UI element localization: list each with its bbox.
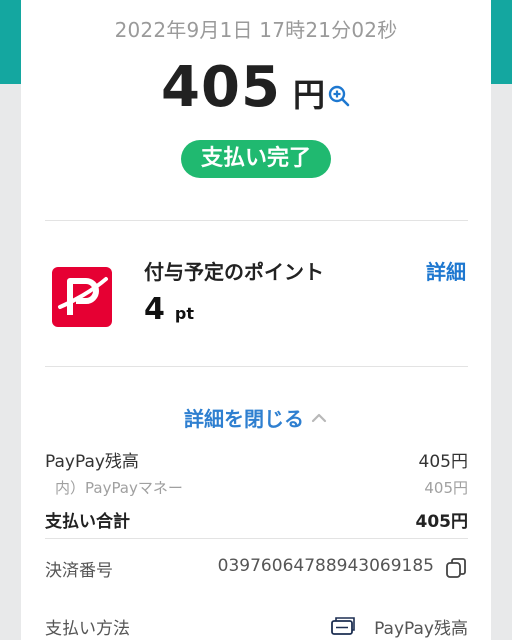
paypay-money-row: 内）PayPayマネー 405円 [45, 477, 468, 501]
paypay-balance-label: PayPay残高 [45, 452, 139, 472]
points-value: 4 pt [144, 292, 194, 327]
payment-total-label: 支払い合計 [45, 512, 130, 532]
amount-row: 405 円 [21, 55, 491, 120]
payment-method-label: 支払い方法 [45, 619, 130, 639]
currency-label: 円 [292, 76, 325, 114]
toggle-label: 詳細を閉じる [184, 407, 304, 431]
chevron-up-icon [311, 413, 327, 423]
divider [45, 538, 468, 539]
payment-total-value: 405円 [415, 512, 469, 532]
payment-number-row: 決済番号 03976064788943069185 [45, 556, 468, 581]
points-logo-area [48, 253, 118, 337]
payment-number-label: 決済番号 [45, 561, 113, 581]
payment-total-row: 支払い合計 405円 [45, 507, 469, 532]
transaction-datetime: 2022年9月1日 17時21分02秒 [114, 18, 398, 42]
payment-method-row: 支払い方法 PayPay残高 [45, 614, 468, 639]
payment-number-value: 03976064788943069185 [217, 556, 434, 576]
points-title: 付与予定のポイント [144, 260, 324, 284]
divider [45, 220, 468, 221]
divider [45, 366, 468, 367]
payment-amount: 405 [161, 55, 281, 120]
close-details-toggle[interactable]: 詳細を閉じる [21, 403, 491, 432]
points-number: 4 [144, 292, 165, 327]
magnifier-plus-icon[interactable] [327, 84, 351, 108]
paypay-balance-row: PayPay残高 405円 [45, 447, 468, 472]
card-icon [331, 617, 355, 635]
points-unit: pt [174, 304, 194, 323]
paypay-balance-value: 405円 [418, 452, 468, 472]
paypay-money-value: 405円 [424, 479, 468, 497]
status-badge: 支払い完了 [181, 140, 331, 178]
paypay-logo-icon [52, 267, 112, 327]
copy-icon[interactable] [444, 556, 468, 580]
paypay-money-label: 内）PayPayマネー [55, 479, 183, 497]
points-details-link[interactable]: 詳細 [426, 256, 466, 285]
payment-method-value: PayPay残高 [374, 619, 468, 639]
receipt-card: 2022年9月1日 17時21分02秒 405 円 支払い完了 付与予定のポイント… [21, 0, 491, 640]
